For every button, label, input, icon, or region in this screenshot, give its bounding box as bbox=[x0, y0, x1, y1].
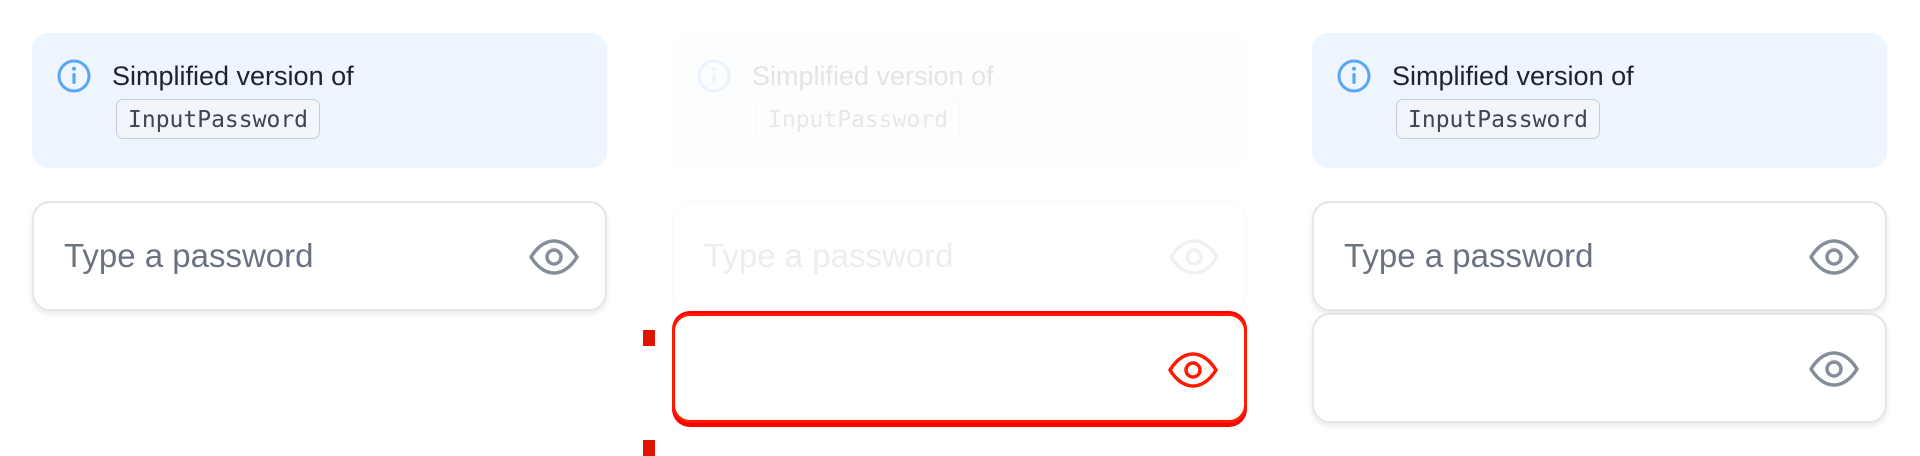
password-input-secondary[interactable] bbox=[1312, 313, 1887, 423]
eye-icon bbox=[529, 239, 579, 275]
notice-text: Simplified version of bbox=[1392, 61, 1634, 91]
corner-marker bbox=[643, 330, 655, 346]
password-input-error[interactable] bbox=[672, 313, 1247, 423]
component-code-chip: InputPassword bbox=[1396, 99, 1601, 139]
info-notice: Simplified version of InputPassword bbox=[672, 33, 1247, 168]
info-icon bbox=[57, 59, 91, 93]
panel-default: Simplified version of InputPassword Type… bbox=[0, 0, 640, 456]
password-placeholder: Type a password bbox=[64, 237, 314, 274]
notice-text: Simplified version of bbox=[752, 61, 994, 91]
corner-marker bbox=[643, 440, 655, 456]
component-code-chip: InputPassword bbox=[116, 99, 321, 139]
notice-text: Simplified version of bbox=[112, 61, 354, 91]
eye-icon bbox=[1809, 239, 1859, 275]
password-placeholder: Type a password bbox=[1344, 237, 1594, 274]
password-input[interactable]: Type a password bbox=[32, 201, 607, 311]
eye-icon bbox=[1169, 239, 1219, 275]
show-password-button[interactable] bbox=[1807, 230, 1861, 284]
eye-icon bbox=[1809, 351, 1859, 387]
info-icon bbox=[1337, 59, 1371, 93]
eye-icon bbox=[1168, 352, 1218, 388]
password-input[interactable]: Type a password bbox=[1312, 201, 1887, 311]
password-placeholder: Type a password bbox=[704, 237, 954, 274]
panel-disabled: Simplified version of InputPassword Type… bbox=[640, 0, 1280, 456]
component-code-chip: InputPassword bbox=[756, 99, 961, 139]
show-password-button[interactable] bbox=[527, 230, 581, 284]
password-input: Type a password bbox=[672, 201, 1247, 311]
info-icon bbox=[697, 59, 731, 93]
show-password-button bbox=[1167, 230, 1221, 284]
info-notice: Simplified version of InputPassword bbox=[32, 33, 607, 168]
show-password-button[interactable] bbox=[1166, 343, 1220, 397]
show-password-button[interactable] bbox=[1807, 342, 1861, 396]
panel-stacked: Simplified version of InputPassword Type… bbox=[1280, 0, 1920, 456]
info-notice: Simplified version of InputPassword bbox=[1312, 33, 1887, 168]
